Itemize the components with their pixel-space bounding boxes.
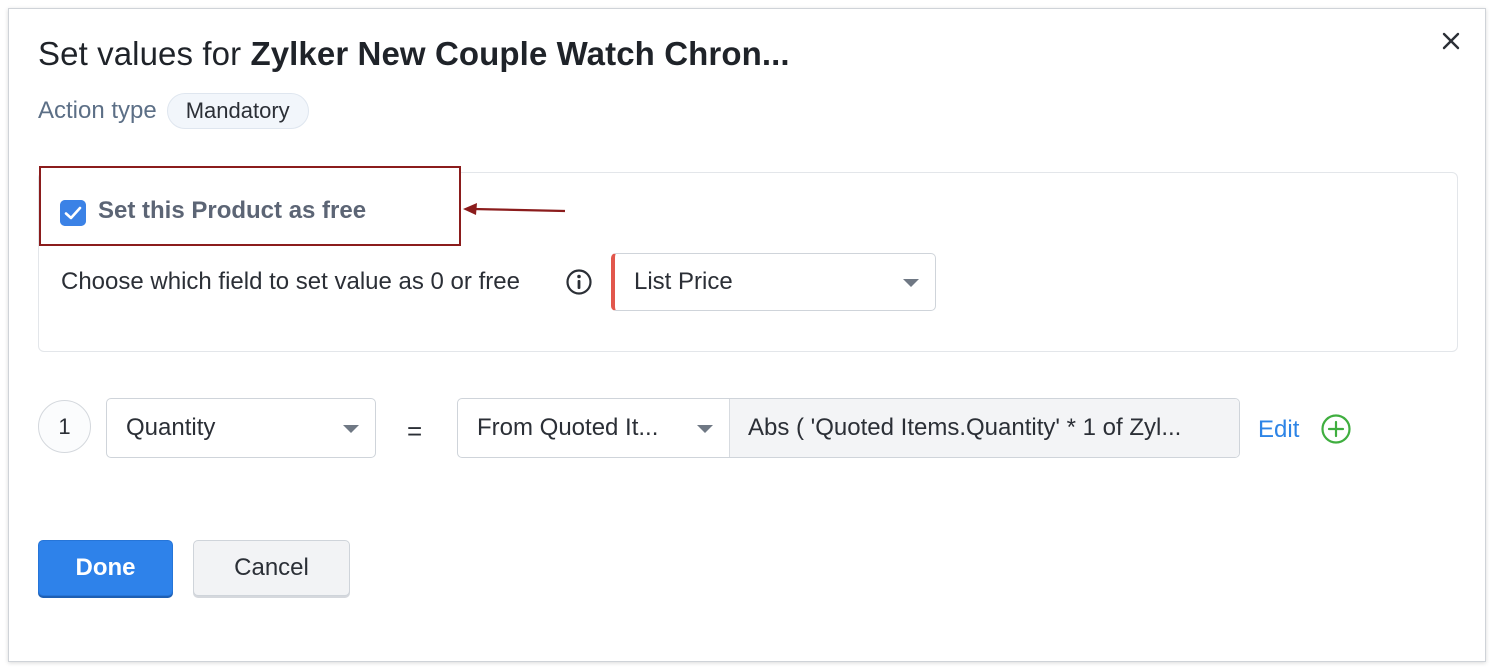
add-rule-icon[interactable] xyxy=(1320,413,1352,445)
action-type-row: Action type Mandatory xyxy=(38,93,309,129)
info-icon[interactable] xyxy=(565,268,593,296)
set-values-dialog: Set values for Zylker New Couple Watch C… xyxy=(8,8,1486,662)
rule-field-select-value: Quantity xyxy=(126,414,216,441)
rule-value-group: From Quoted It... Abs ( 'Quoted Items.Qu… xyxy=(457,398,1240,458)
action-type-label: Action type xyxy=(38,97,157,124)
cancel-button[interactable]: Cancel xyxy=(193,540,350,596)
set-free-checkbox[interactable] xyxy=(60,200,86,226)
free-field-select-value: List Price xyxy=(634,268,733,295)
title-prefix: Set values for xyxy=(38,35,242,72)
equals-operator: = xyxy=(407,416,423,446)
rule-source-select[interactable]: From Quoted It... xyxy=(458,399,730,457)
choose-field-label: Choose which field to set value as 0 or … xyxy=(61,268,520,295)
rule-formula-field[interactable]: Abs ( 'Quoted Items.Quantity' * 1 of Zyl… xyxy=(730,399,1239,457)
rule-formula-text: Abs ( 'Quoted Items.Quantity' * 1 of Zyl… xyxy=(748,414,1182,441)
close-icon[interactable] xyxy=(1437,27,1465,55)
chevron-down-icon xyxy=(903,279,919,287)
annotation-arrow-icon xyxy=(463,203,566,215)
action-type-badge: Mandatory xyxy=(166,93,309,129)
rule-source-select-value: From Quoted It... xyxy=(477,414,659,441)
dialog-title: Set values for Zylker New Couple Watch C… xyxy=(38,35,790,73)
edit-formula-link[interactable]: Edit xyxy=(1258,416,1299,444)
chevron-down-icon xyxy=(343,425,359,433)
title-product-name: Zylker New Couple Watch Chron... xyxy=(250,35,790,72)
rule-field-select[interactable]: Quantity xyxy=(106,398,376,458)
set-free-label[interactable]: Set this Product as free xyxy=(98,197,366,225)
done-button[interactable]: Done xyxy=(38,540,173,596)
free-field-select[interactable]: List Price xyxy=(611,253,936,311)
chevron-down-icon xyxy=(697,425,713,433)
rule-index: 1 xyxy=(38,400,91,453)
